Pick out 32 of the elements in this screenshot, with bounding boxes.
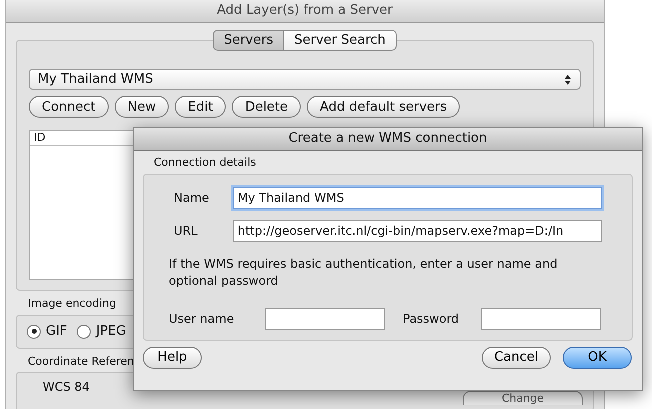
server-button[interactable]: Delete: [232, 96, 302, 118]
tab[interactable]: Servers: [213, 30, 284, 51]
auth-note: If the WMS requires basic authentication, enter a user name and optional password: [169, 256, 559, 290]
radio-button[interactable]: [77, 324, 92, 338]
group-label: Image encoding: [28, 296, 116, 312]
field-label: Name: [173, 190, 210, 206]
field-label: URL: [173, 222, 199, 240]
server-button[interactable]: New: [114, 96, 170, 118]
group-label: Coordinate Referen: [28, 354, 134, 370]
text-field[interactable]: http://geoserver.itc.nl/cgi-bin/mapserv.exe?map=D:/In: [232, 220, 602, 242]
field-label: Password: [403, 310, 460, 328]
text-field[interactable]: [265, 308, 385, 330]
group-label: Connection details: [153, 155, 258, 171]
server-button[interactable]: Add default servers: [307, 96, 460, 118]
server-button[interactable]: Edit: [175, 96, 226, 118]
field-label: User name: [169, 310, 236, 328]
dialog-button[interactable]: Cancel: [482, 346, 551, 368]
radio-label: GIF: [46, 322, 68, 341]
dialog-button[interactable]: Help: [143, 346, 202, 368]
radio-label: JPEG: [96, 322, 126, 341]
change-button[interactable]: Change: [463, 391, 583, 405]
window-title: Add Layer(s) from a Server: [6, 0, 604, 23]
dialog-title: Create a new WMS connection: [134, 128, 642, 151]
text-field[interactable]: [481, 308, 601, 330]
crs-value: WCS 84: [43, 379, 90, 396]
text-field[interactable]: My Thailand WMS: [232, 186, 602, 208]
dialog-button[interactable]: OK: [563, 346, 632, 368]
server-button[interactable]: Connect: [29, 96, 109, 118]
tab[interactable]: Server Search: [283, 30, 397, 51]
server-dropdown[interactable]: My Thailand WMS: [29, 69, 581, 90]
radio-button[interactable]: [27, 324, 41, 338]
stepper-arrows-icon: [564, 74, 572, 86]
